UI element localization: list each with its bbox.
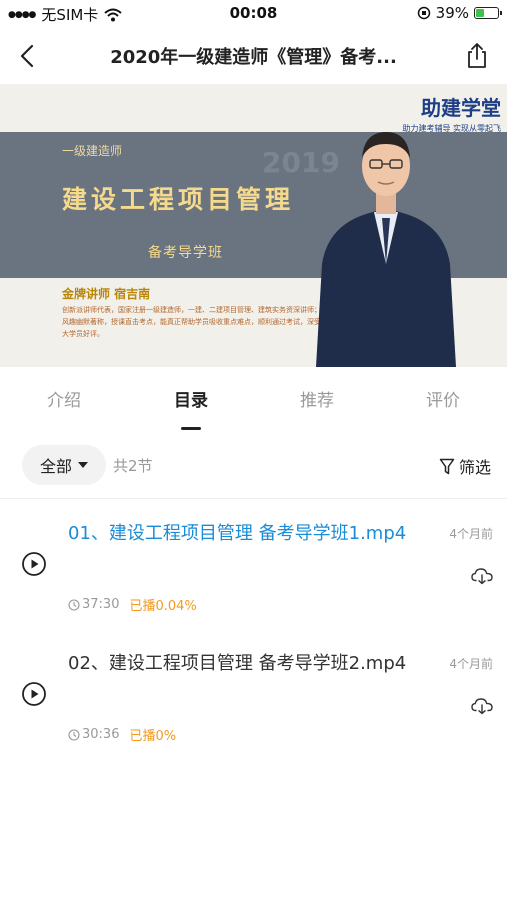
status-bar: ●●●● 无SIM卡 00:08 39%: [0, 0, 507, 28]
clock-icon: [68, 598, 80, 611]
tab-active-indicator: [181, 427, 201, 430]
play-icon[interactable]: [21, 681, 47, 707]
lesson-title[interactable]: 01、建设工程项目管理 备考导学班1.mp4: [68, 519, 408, 548]
tab-intro[interactable]: 介绍: [1, 386, 127, 411]
cloud-download-icon[interactable]: [471, 697, 493, 715]
lesson-duration: 30:36: [82, 727, 120, 742]
filter-all-label: 全部: [39, 457, 72, 476]
nav-bar: 2020年一级建造师《管理》备考...: [0, 28, 507, 84]
course-banner: 2019 一级建造师 建设工程项目管理 备考导学班 金牌讲师 宿吉南 创新派讲师…: [0, 84, 507, 367]
divider: [0, 498, 507, 499]
lesson-time: 4个月前: [449, 657, 493, 671]
lesson-time: 4个月前: [449, 527, 493, 541]
banner-description: 创新派讲师代表，国家注册一级建造师，一建、二建项目管理、建筑实务资深讲师；以风趣…: [62, 306, 328, 338]
battery-icon: [474, 7, 502, 19]
lesson-item[interactable]: 02、建设工程项目管理 备考导学班2.mp4 30:36 已播0% 4个月前: [0, 631, 507, 759]
banner-teacher: 金牌讲师 宿吉南: [62, 287, 151, 301]
lesson-progress: 已播0.04%: [129, 599, 197, 614]
cloud-download-icon[interactable]: [471, 567, 493, 585]
battery-level: [476, 9, 484, 17]
tab-recommend[interactable]: 推荐: [254, 386, 380, 411]
page-title: 2020年一级建造师《管理》备考...: [110, 47, 397, 68]
play-icon[interactable]: [21, 551, 47, 577]
filter-label: 筛选: [458, 458, 491, 477]
banner-subtitle: 一级建造师: [62, 144, 123, 158]
lesson-item[interactable]: 01、建设工程项目管理 备考导学班1.mp4 37:30 已播0.04% 4个月…: [0, 501, 507, 629]
lesson-duration: 37:30: [82, 597, 120, 612]
tab-bar: 介绍 目录 推荐 评价: [0, 367, 507, 437]
tab-catalog[interactable]: 目录: [128, 386, 254, 411]
filter-row: 全部 共2节 筛选: [0, 437, 507, 499]
lesson-count: 共2节: [113, 457, 153, 475]
clock-icon: [68, 728, 80, 741]
caret-down-icon: [78, 462, 88, 468]
lesson-progress: 已播0%: [129, 729, 177, 744]
orientation-lock-icon: [417, 6, 430, 20]
battery-percent: 39%: [435, 4, 469, 22]
teacher-photo: [316, 132, 456, 367]
tab-reviews[interactable]: 评价: [380, 386, 506, 411]
share-icon[interactable]: [461, 40, 493, 72]
lesson-title[interactable]: 02、建设工程项目管理 备考导学班2.mp4: [68, 649, 408, 678]
back-icon[interactable]: [12, 40, 44, 72]
filter-button[interactable]: 筛选: [439, 454, 491, 478]
banner-class-name: 备考导学班: [148, 245, 223, 261]
banner-title: 建设工程项目管理: [62, 185, 295, 214]
filter-all-dropdown[interactable]: 全部: [22, 445, 106, 485]
filter-icon: [439, 458, 455, 474]
